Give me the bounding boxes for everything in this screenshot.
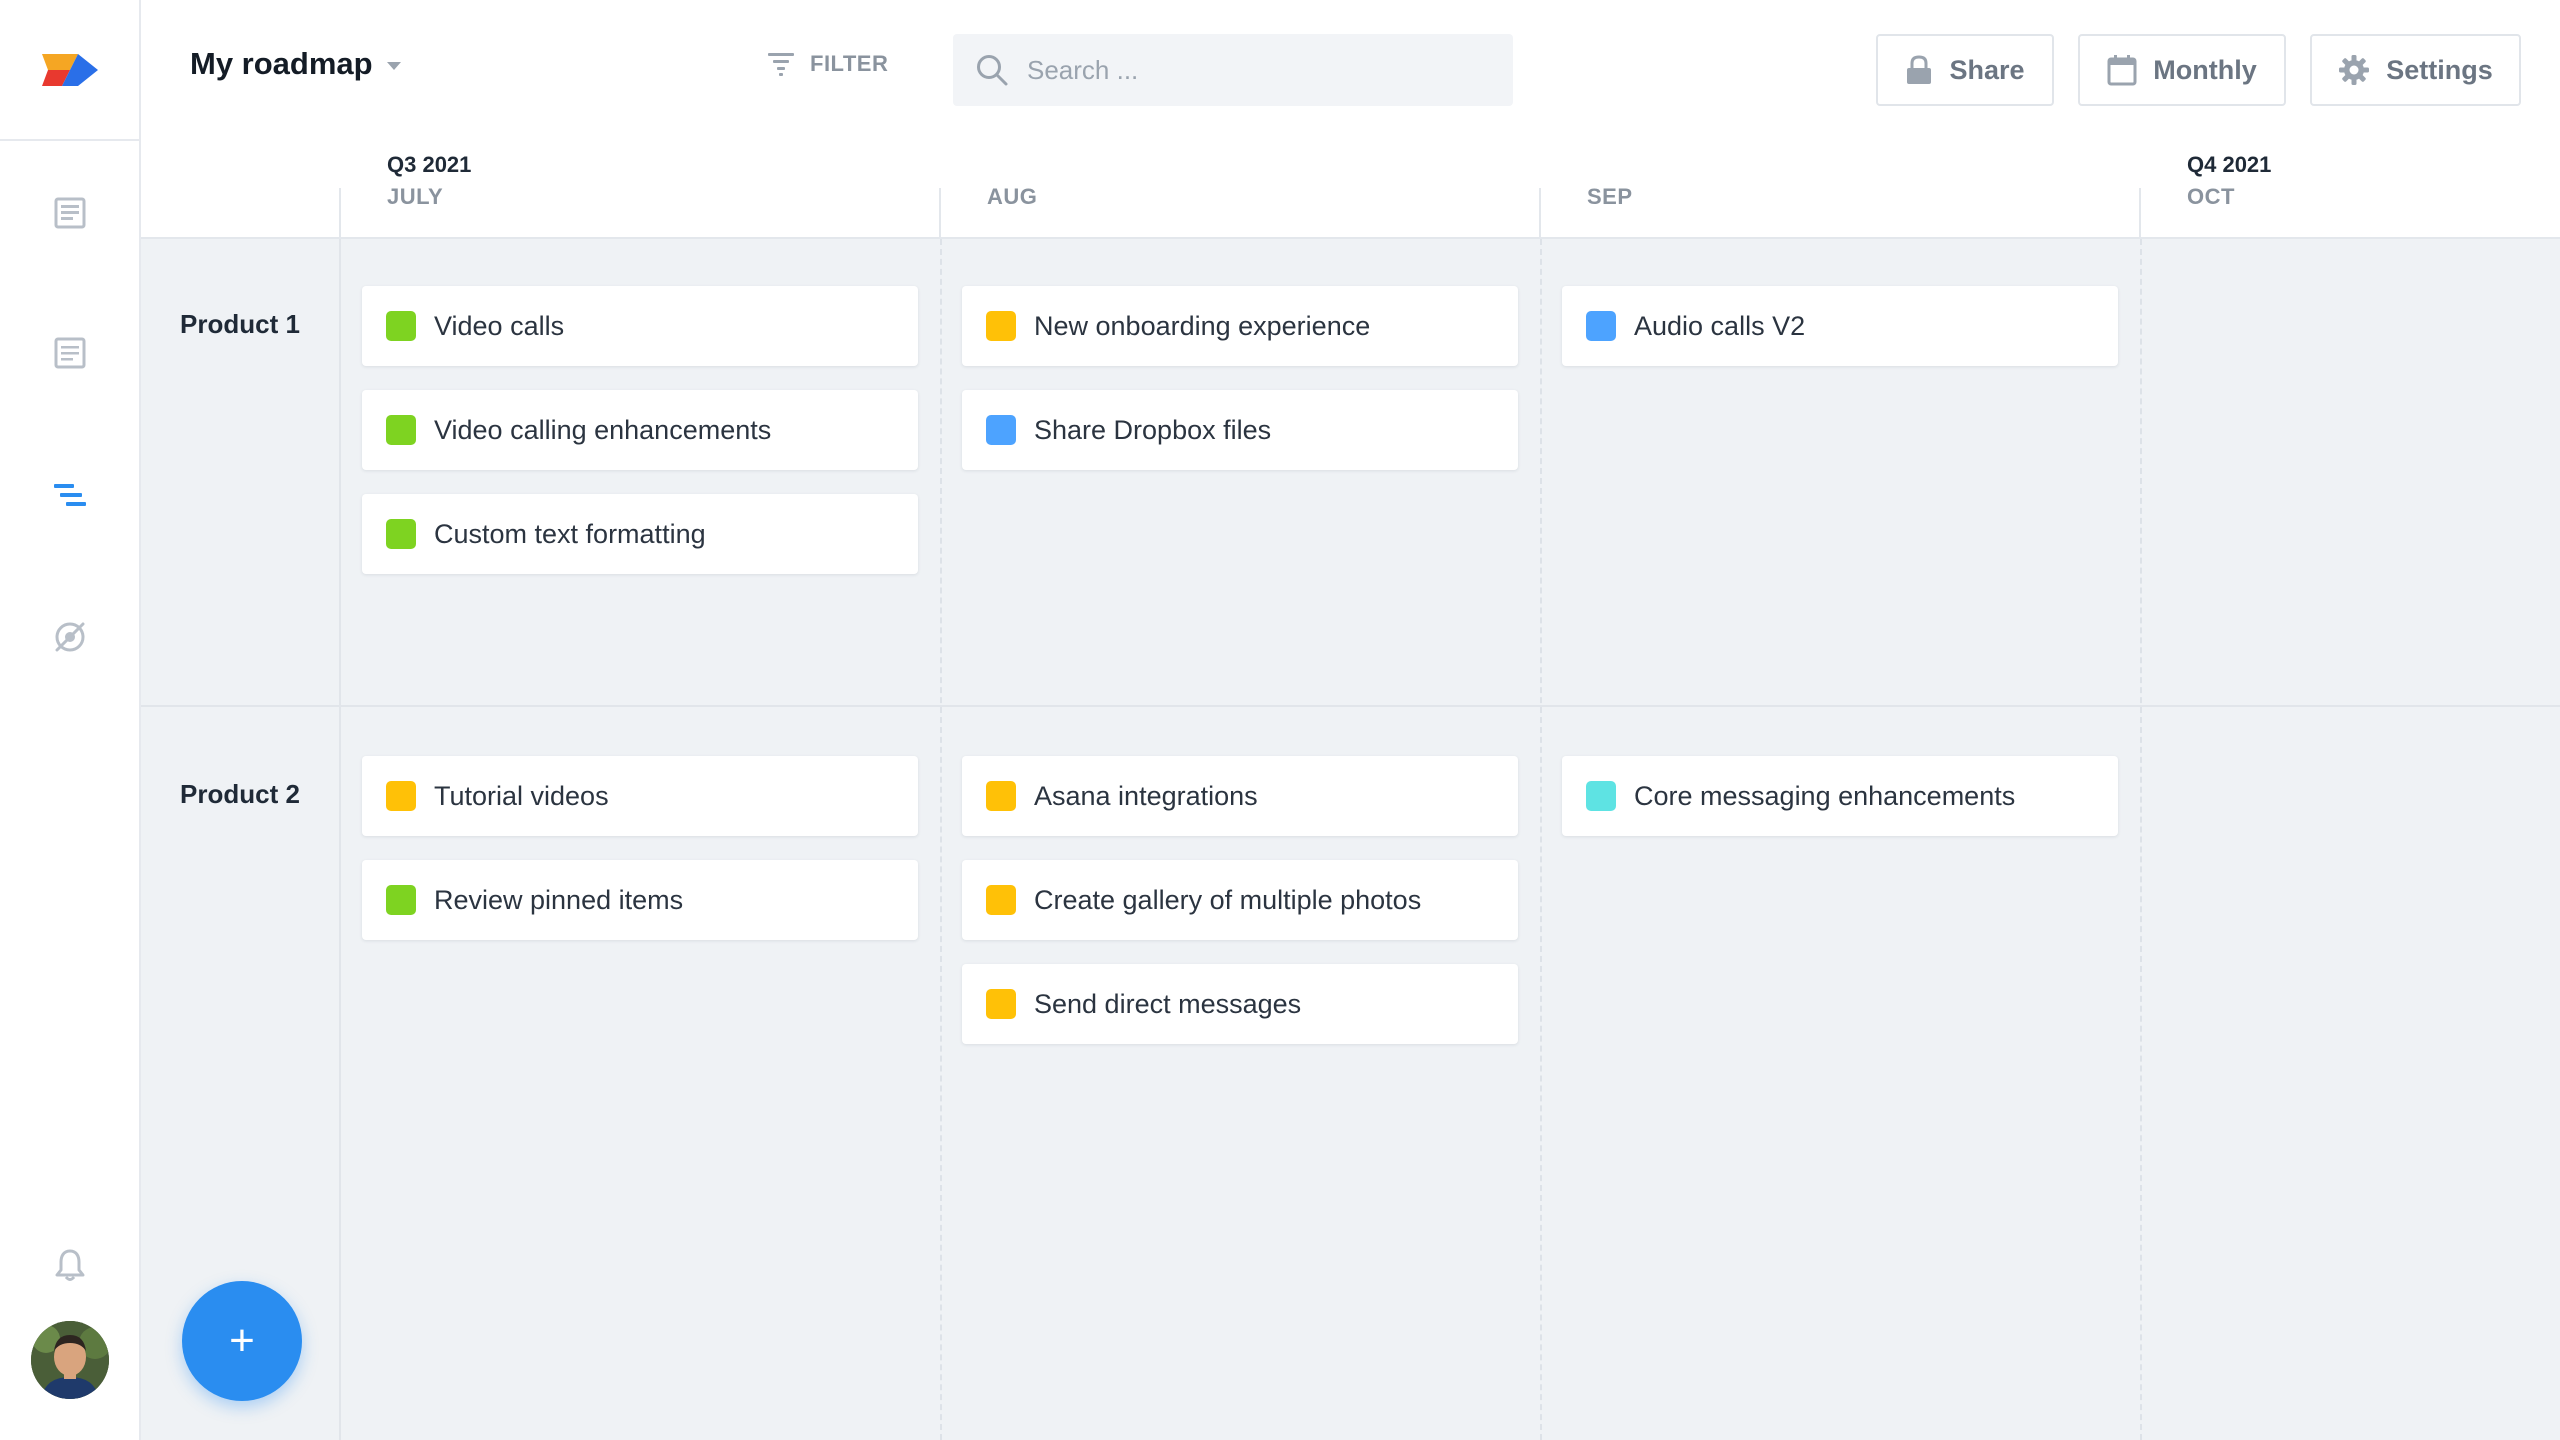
roadmap-card[interactable]: Send direct messages [962, 964, 1518, 1044]
timeline-column-oct: Q4 2021 OCT [2139, 140, 2560, 239]
settings-label: Settings [2386, 54, 2493, 85]
view-mode-label: Monthly [2153, 54, 2257, 85]
roadmap-board: Product 1 Video calls Video calling enha… [141, 239, 2560, 1440]
status-color [1586, 781, 1616, 811]
roadmap-card[interactable]: Create gallery of multiple photos [962, 860, 1518, 940]
sidebar-item-hidden[interactable] [35, 602, 105, 672]
chevron-down-icon [386, 62, 401, 70]
search-box[interactable] [953, 34, 1513, 106]
roadmap-card[interactable]: Asana integrations [962, 756, 1518, 836]
roadmap-card[interactable]: Video calls [362, 286, 918, 366]
hidden-view-icon [55, 622, 85, 652]
status-color [386, 885, 416, 915]
status-color [386, 415, 416, 445]
status-color [986, 781, 1016, 811]
lane-label-product-2: Product 2 [180, 779, 300, 809]
status-color [986, 311, 1016, 341]
top-bar: My roadmap FILTER Share Mo [141, 0, 2560, 140]
roadmap-icon [54, 484, 86, 506]
bell-icon [55, 1249, 85, 1281]
sidebar [0, 0, 141, 1440]
roadmap-card[interactable]: Share Dropbox files [962, 390, 1518, 470]
sidebar-item-notes[interactable] [35, 318, 105, 388]
search-input[interactable] [1027, 54, 1487, 86]
status-color [986, 415, 1016, 445]
roadmap-card[interactable]: New onboarding experience [962, 286, 1518, 366]
notifications-button[interactable] [35, 1230, 105, 1300]
plus-icon: + [229, 1316, 255, 1365]
month-label: AUG [987, 184, 1038, 209]
card-title: New onboarding experience [1034, 310, 1371, 341]
share-button[interactable]: Share [1876, 34, 2054, 106]
roadmap-card[interactable]: Audio calls V2 [1562, 286, 2118, 366]
month-label: SEP [1587, 184, 1633, 209]
status-color [1586, 311, 1616, 341]
column-divider [940, 239, 942, 1440]
settings-button[interactable]: Settings [2310, 34, 2521, 106]
app-logo[interactable] [0, 0, 139, 141]
timeline-header: Q3 2021 JULY AUG SEP Q4 2021 OCT [141, 140, 2560, 239]
lock-icon [1907, 55, 1932, 84]
filter-button[interactable]: FILTER [766, 50, 888, 78]
column-tick [339, 188, 341, 239]
card-title: Send direct messages [1034, 988, 1302, 1019]
status-color [986, 989, 1016, 1019]
add-item-button[interactable]: + [182, 1281, 302, 1401]
user-avatar[interactable] [31, 1321, 109, 1399]
roadmap-selector[interactable]: My roadmap [190, 46, 401, 82]
lane-divider [141, 705, 2560, 707]
card-title: Video calls [434, 310, 565, 341]
quarter-label: Q4 2021 [2187, 152, 2272, 177]
card-title: Create gallery of multiple photos [1034, 884, 1422, 915]
list-document-icon [54, 337, 86, 369]
document-icon [54, 197, 86, 229]
month-label: OCT [2187, 184, 2235, 209]
card-title: Audio calls V2 [1634, 310, 1806, 341]
filter-icon [768, 53, 794, 76]
card-title: Core messaging enhancements [1634, 780, 2016, 811]
status-color [986, 885, 1016, 915]
timeline-column-aug: AUG [939, 140, 1539, 239]
lane-label-divider [339, 239, 341, 1440]
card-title: Video calling enhancements [434, 414, 772, 445]
gear-icon [2339, 55, 2370, 85]
search-icon [977, 55, 1008, 86]
avatar-photo [31, 1321, 109, 1399]
roadmap-card[interactable]: Tutorial videos [362, 756, 918, 836]
column-tick [939, 188, 941, 239]
share-label: Share [1949, 54, 2025, 85]
column-divider [2140, 239, 2142, 1440]
column-tick [1539, 188, 1541, 239]
month-label: JULY [387, 184, 444, 209]
logo-mark-icon [41, 53, 98, 86]
column-tick [2139, 188, 2141, 239]
roadmap-card[interactable]: Core messaging enhancements [1562, 756, 2118, 836]
filter-label: FILTER [810, 51, 889, 76]
column-divider [1540, 239, 1542, 1440]
card-title: Share Dropbox files [1034, 414, 1272, 445]
card-title: Asana integrations [1034, 780, 1258, 811]
timeline-column-july: Q3 2021 JULY [339, 140, 939, 239]
status-color [386, 781, 416, 811]
roadmap-card[interactable]: Custom text formatting [362, 494, 918, 574]
card-title: Review pinned items [434, 884, 684, 915]
timeline-column-sep: SEP [1539, 140, 2139, 239]
card-title: Custom text formatting [434, 518, 706, 549]
view-mode-button[interactable]: Monthly [2078, 34, 2286, 106]
lane-label-product-1: Product 1 [180, 309, 300, 339]
status-color [386, 519, 416, 549]
sidebar-item-roadmap[interactable] [35, 460, 105, 530]
calendar-icon [2107, 55, 2137, 86]
quarter-label: Q3 2021 [387, 152, 472, 177]
roadmap-card[interactable]: Video calling enhancements [362, 390, 918, 470]
roadmap-card[interactable]: Review pinned items [362, 860, 918, 940]
card-title: Tutorial videos [434, 780, 609, 811]
page-title: My roadmap [190, 46, 373, 81]
sidebar-item-documents[interactable] [35, 178, 105, 248]
status-color [386, 311, 416, 341]
